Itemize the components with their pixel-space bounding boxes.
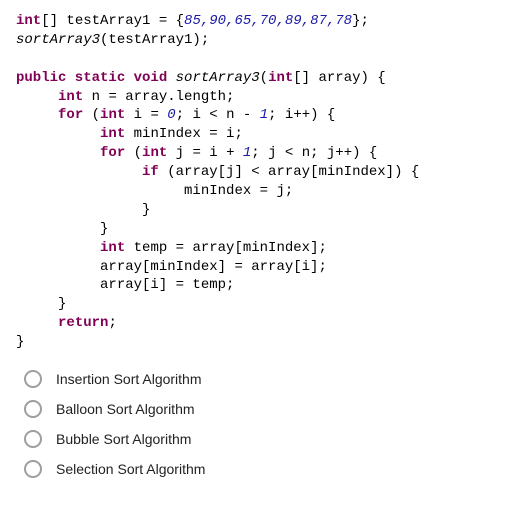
option-bubble-sort[interactable]: Bubble Sort Algorithm <box>24 430 509 448</box>
radio-icon <box>24 430 42 448</box>
radio-icon <box>24 370 42 388</box>
radio-icon <box>24 460 42 478</box>
option-label: Bubble Sort Algorithm <box>56 431 191 447</box>
option-selection-sort[interactable]: Selection Sort Algorithm <box>24 460 509 478</box>
answer-options: Insertion Sort Algorithm Balloon Sort Al… <box>24 370 509 478</box>
code-block: int[] testArray1 = {85,90,65,70,89,87,78… <box>16 12 509 352</box>
option-balloon-sort[interactable]: Balloon Sort Algorithm <box>24 400 509 418</box>
option-insertion-sort[interactable]: Insertion Sort Algorithm <box>24 370 509 388</box>
option-label: Insertion Sort Algorithm <box>56 371 202 387</box>
option-label: Selection Sort Algorithm <box>56 461 205 477</box>
radio-icon <box>24 400 42 418</box>
option-label: Balloon Sort Algorithm <box>56 401 195 417</box>
